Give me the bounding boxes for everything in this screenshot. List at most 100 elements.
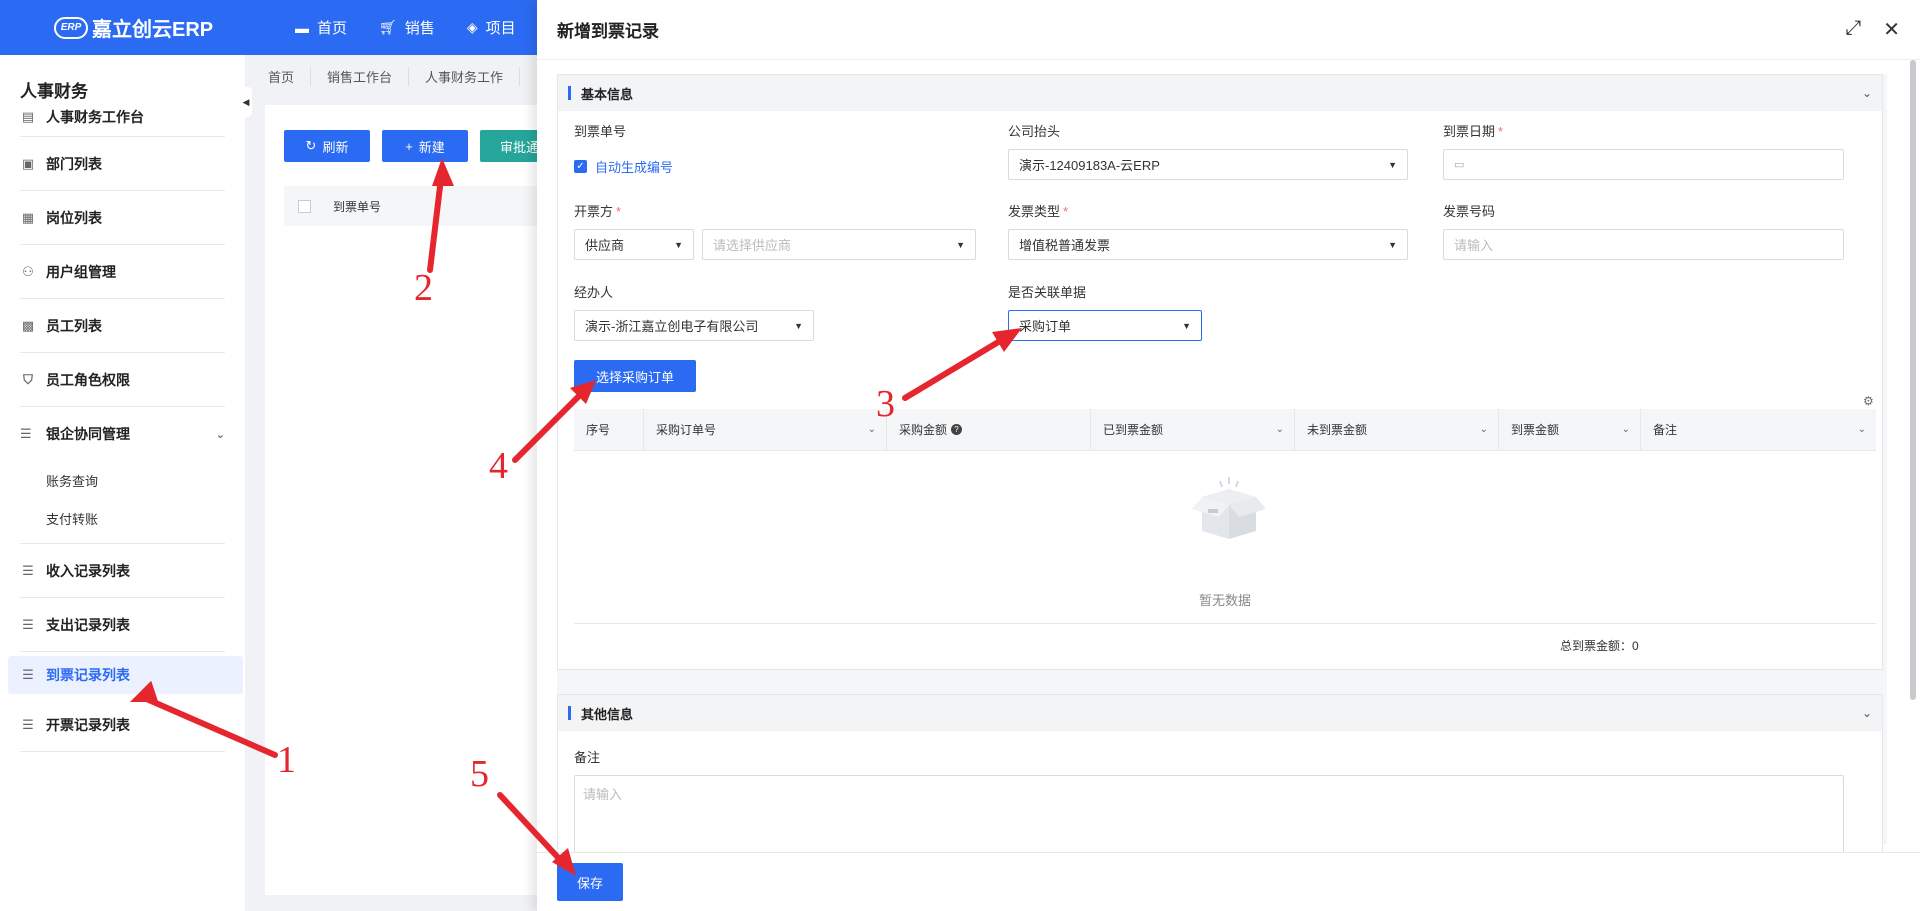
expand-icon[interactable]: ⤢ [1845, 17, 1861, 42]
sidebar-group-label: 银企协同管理 [46, 426, 130, 442]
cart-icon: 🛒︎ [379, 19, 397, 35]
select-po-button[interactable]: 选择采购订单 [574, 360, 696, 392]
column-invoice-amount[interactable]: 到票金额 ⌄ [1499, 409, 1641, 450]
refresh-icon: ↻ [305, 138, 317, 153]
folder-user-icon: ▩ [21, 317, 35, 333]
supplier-select[interactable]: 请选择供应商 ▼ [702, 229, 976, 260]
nav-sales-label: 销售 [404, 20, 435, 37]
total-amount: 总到票金额：0 [1560, 637, 1639, 654]
sidebar-collapse-toggle[interactable]: ◀ [240, 87, 252, 117]
sidebar-item-workbench[interactable]: ▤ 人事财务工作台 [20, 97, 225, 137]
date-picker[interactable]: ▭ [1443, 149, 1844, 180]
page-tabs: 首页 销售工作台 人事财务工作 [252, 62, 521, 90]
nav-project[interactable]: ◈ 项目 [451, 0, 532, 55]
drawer-header: 新增到票记录 ⤢ ✕ [537, 0, 1920, 60]
tab-sales-workbench[interactable]: 销售工作台 [311, 66, 410, 86]
column-label: 序号 [586, 423, 611, 437]
company-select[interactable]: 演示-12409183A-云ERP ▼ [1008, 149, 1408, 180]
remark-label: 备注 [574, 750, 601, 765]
select-all-checkbox[interactable] [298, 199, 311, 213]
annotation-3: 3 [876, 383, 895, 425]
basic-info-section: 基本信息 ⌄ 到票单号 ✓ 自动生成编号 公司抬头 演示-12409183A-云… [557, 74, 1883, 670]
tab-home[interactable]: 首页 [252, 66, 312, 86]
column-label: 采购订单号 [656, 423, 717, 437]
column-invoice-no: 到票单号 [333, 199, 382, 214]
drawer-footer: 保存 [537, 852, 1920, 911]
invoice-type-select[interactable]: 增值税普通发票 ▼ [1008, 229, 1408, 260]
column-po-no[interactable]: 采购订单号 ⌄ [644, 409, 887, 450]
sidebar-item-role-permissions[interactable]: ⛉ 员工角色权限 [20, 353, 225, 407]
column-po-amount[interactable]: 采购金额? [887, 409, 1091, 450]
total-label: 总到票金额： [1560, 639, 1633, 653]
company-value: 演示-12409183A-云ERP [1019, 158, 1160, 173]
sidebar-item-label: 支出记录列表 [46, 616, 130, 633]
column-label: 采购金额 [899, 423, 948, 437]
section-accent [568, 706, 571, 720]
sidebar-item-label: 员工列表 [46, 317, 102, 334]
section-accent [568, 86, 571, 100]
sidebar-item-user-groups[interactable]: ⚇ 用户组管理 [20, 245, 225, 299]
sidebar-item-income[interactable]: ☰ 收入记录列表 [20, 544, 225, 598]
chevron-down-icon: ⌄ [867, 424, 876, 435]
supplier-placeholder: 请选择供应商 [713, 238, 792, 253]
check-icon: ✓ [574, 160, 587, 173]
sidebar-item-issued-invoices[interactable]: ☰ 开票记录列表 [20, 698, 225, 752]
shield-icon: ⛉ [23, 371, 33, 387]
basic-info-title: 基本信息 [581, 86, 634, 102]
close-icon[interactable]: ✕ [1883, 17, 1900, 42]
tab-hr-finance[interactable]: 人事财务工作 [409, 66, 521, 86]
linked-doc-value: 采购订单 [1019, 319, 1072, 334]
column-index: 序号 [574, 409, 644, 450]
other-info-header[interactable]: 其他信息 ⌄ [558, 695, 1882, 731]
question-icon[interactable]: ? [951, 424, 963, 435]
sidebar-item-departments[interactable]: ▣ 部门列表 [20, 137, 225, 191]
users-icon: ⚇ [22, 263, 34, 279]
sidebar-item-received-invoices[interactable]: ☰ 到票记录列表 [8, 656, 243, 694]
chevron-down-icon: ⌄ [1621, 424, 1630, 435]
approve-button[interactable]: 审批通 [480, 130, 540, 162]
nav-home[interactable]: ▬ 首页 [279, 0, 363, 55]
nav-sales[interactable]: 🛒︎ 销售 [363, 0, 451, 55]
sidebar-item-label: 用户组管理 [46, 263, 116, 280]
column-received-amount[interactable]: 已到票金额 ⌄ [1091, 409, 1295, 450]
empty-state-text: 暂无数据 [1199, 593, 1252, 608]
linked-doc-label: 是否关联单据 [1008, 285, 1087, 300]
column-label: 已到票金额 [1103, 423, 1164, 437]
column-remark[interactable]: 备注 ⌄ [1641, 409, 1876, 450]
annotation-5: 5 [470, 753, 489, 795]
issuer-label-text: 开票方 [574, 204, 614, 219]
linked-doc-select[interactable]: 采购订单 ▼ [1008, 310, 1202, 341]
remark-textarea[interactable]: 请输入 [574, 775, 1844, 855]
required-mark: * [1063, 204, 1069, 219]
refresh-button[interactable]: ↻ 刷新 [284, 130, 370, 162]
drawer-scrollbar[interactable] [1910, 60, 1916, 700]
drawer-body: 基本信息 ⌄ 到票单号 ✓ 自动生成编号 公司抬头 演示-12409183A-云… [557, 74, 1887, 855]
handler-select[interactable]: 演示-浙江嘉立创电子有限公司 ▼ [574, 310, 814, 341]
app-logo[interactable]: ERP 嘉立创云ERP [54, 13, 279, 42]
column-pending-amount[interactable]: 未到票金额 ⌄ [1295, 409, 1499, 450]
column-label: 到票金额 [1511, 423, 1560, 437]
sidebar-sub-payment-transfer[interactable]: 支付转账 [20, 499, 225, 537]
column-label: 备注 [1653, 423, 1678, 437]
caret-down-icon: ▼ [1388, 239, 1397, 250]
sidebar-sub-account-query[interactable]: 账务查询 [20, 461, 225, 499]
new-label: 新建 [418, 139, 445, 155]
sidebar-item-expense[interactable]: ☰ 支出记录列表 [20, 598, 225, 652]
save-button[interactable]: 保存 [557, 863, 623, 901]
handler-value: 演示-浙江嘉立创电子有限公司 [585, 319, 759, 334]
add-invoice-drawer: 新增到票记录 ⤢ ✕ 基本信息 ⌄ 到票单号 ✓ 自动生成编号 公司抬头 演示-… [537, 0, 1920, 911]
issuer-type-select[interactable]: 供应商 ▼ [574, 229, 694, 260]
new-button[interactable]: + 新建 [382, 130, 468, 162]
auto-generate-checkbox[interactable]: ✓ 自动生成编号 [574, 157, 673, 176]
invoice-number-input[interactable]: 请输入 [1443, 229, 1844, 260]
sidebar-item-employees[interactable]: ▩ 员工列表 [20, 299, 225, 353]
other-info-title: 其他信息 [581, 706, 634, 722]
settings-gear-icon[interactable]: ⚙ [1863, 394, 1874, 408]
remark-placeholder: 请输入 [583, 787, 623, 802]
sidebar-group-bank-head[interactable]: ☰ 银企协同管理 ⌄ [20, 407, 225, 461]
sidebar-item-positions[interactable]: ▦ 岗位列表 [20, 191, 225, 245]
invoice-type-label: 发票类型 * [1008, 201, 1068, 220]
basic-info-header[interactable]: 基本信息 ⌄ [558, 75, 1882, 111]
empty-box-icon [1192, 477, 1266, 539]
sidebar-item-label: 部门列表 [46, 155, 102, 172]
